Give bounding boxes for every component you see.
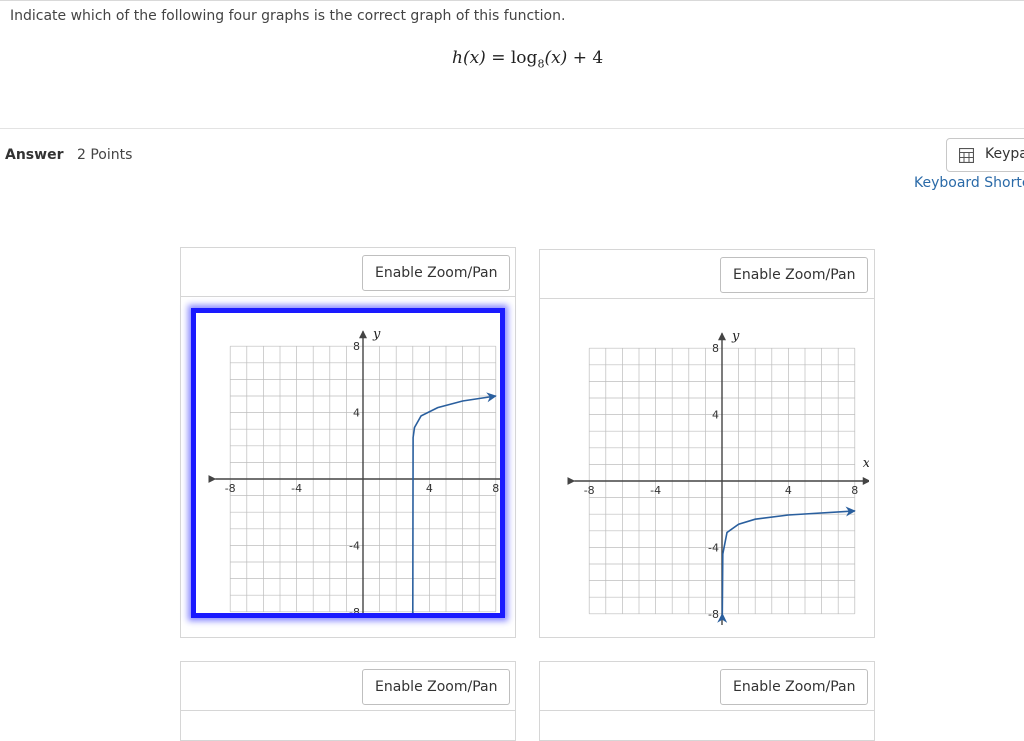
card-header: Enable Zoom/Pan xyxy=(181,662,515,711)
y-tick-label: -8 xyxy=(708,608,719,621)
graph-option-d[interactable]: Enable Zoom/Pan xyxy=(539,661,875,741)
question-text: Indicate which of the following four gra… xyxy=(10,8,566,24)
y-tick-label: -4 xyxy=(708,541,719,554)
x-tick-label: -4 xyxy=(291,482,302,495)
card-header: Enable Zoom/Pan xyxy=(540,662,874,711)
y-axis-label: y xyxy=(731,329,740,344)
x-axis-label: x xyxy=(863,456,869,471)
x-tick-label: -4 xyxy=(650,484,661,497)
graph-option-b[interactable]: Enable Zoom/Pan x y -8 -8 -4 -4 4 4 8 8 xyxy=(539,249,875,638)
enable-zoom-pan-button[interactable]: Enable Zoom/Pan xyxy=(720,257,869,293)
enable-zoom-pan-button[interactable]: Enable Zoom/Pan xyxy=(362,255,511,291)
top-divider xyxy=(0,0,1024,1)
answer-label: Answer xyxy=(5,147,64,163)
x-tick-label: 8 xyxy=(492,482,499,495)
enable-zoom-pan-button[interactable]: Enable Zoom/Pan xyxy=(362,669,511,705)
y-tick-label: -8 xyxy=(349,606,360,613)
points-label: 2 Points xyxy=(77,147,133,163)
y-tick-label: 4 xyxy=(353,407,360,420)
card-header: Enable Zoom/Pan xyxy=(540,250,874,299)
y-tick-label: 8 xyxy=(712,342,719,355)
y-tick-label: -4 xyxy=(349,539,360,552)
x-tick-label: -8 xyxy=(584,484,595,497)
section-divider xyxy=(0,128,1024,129)
function-curve xyxy=(407,392,497,613)
calculator-icon xyxy=(959,148,974,163)
y-axis-label: y xyxy=(372,327,381,342)
x-tick-label: -8 xyxy=(225,482,236,495)
graph-plot-a: xy-8-8-4-44488 xyxy=(208,327,500,613)
graph-frame[interactable]: x y -8 -8 -4 -4 4 4 8 8 xyxy=(550,310,869,625)
x-tick-label: 8 xyxy=(851,484,858,497)
graph-option-a[interactable]: Enable Zoom/Pan xy-8-8-4-44488 xyxy=(180,247,516,638)
y-tick-label: 4 xyxy=(712,409,719,422)
keyboard-shortcuts-link[interactable]: Keyboard Shortcuts xyxy=(914,175,1024,191)
x-tick-label: 4 xyxy=(426,482,433,495)
graph-option-c[interactable]: Enable Zoom/Pan xyxy=(180,661,516,741)
graph-plot-b: x y -8 -8 -4 -4 4 4 8 8 xyxy=(567,329,869,625)
graph-selection-frame[interactable]: xy-8-8-4-44488 xyxy=(191,308,505,618)
keypad-label: Keypad xyxy=(985,146,1024,162)
y-tick-label: 8 xyxy=(353,340,360,353)
x-tick-label: 4 xyxy=(785,484,792,497)
keypad-button[interactable]: Keypad xyxy=(946,138,1024,172)
enable-zoom-pan-button[interactable]: Enable Zoom/Pan xyxy=(720,669,869,705)
card-header: Enable Zoom/Pan xyxy=(181,248,515,297)
function-formula: h(x) = log8(x) + 4 xyxy=(452,48,604,71)
